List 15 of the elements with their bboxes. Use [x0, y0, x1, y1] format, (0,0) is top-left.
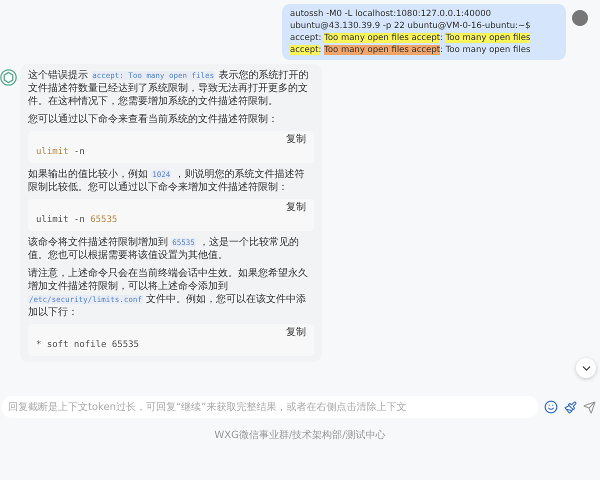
- emoji-icon[interactable]: [544, 400, 558, 414]
- copy-button[interactable]: 复制: [286, 327, 306, 339]
- code-line: ulimit -n 65535: [36, 214, 118, 226]
- avatar-icon: [572, 10, 588, 26]
- message-input[interactable]: 回复截断是上下文token过长，可回复“继续”来获取完整结果，或者在右侧点击清除上下文: [2, 396, 538, 418]
- code-line: * soft nofile 65535: [36, 339, 140, 351]
- brush-icon[interactable]: [564, 400, 577, 414]
- send-icon[interactable]: [583, 400, 596, 414]
- copy-button[interactable]: 复制: [286, 202, 306, 214]
- code-line: ulimit -n: [36, 146, 86, 158]
- copy-button[interactable]: 复制: [286, 134, 306, 146]
- message-paragraph: 您可以通过以下命令来查看当前系统的文件描述符限制：: [28, 113, 279, 126]
- footer-text: WXG微信事业群/技术架构部/测试中心: [214, 430, 386, 441]
- scroll-down-button[interactable]: [576, 358, 596, 378]
- assistant-logo-icon: [0, 69, 17, 86]
